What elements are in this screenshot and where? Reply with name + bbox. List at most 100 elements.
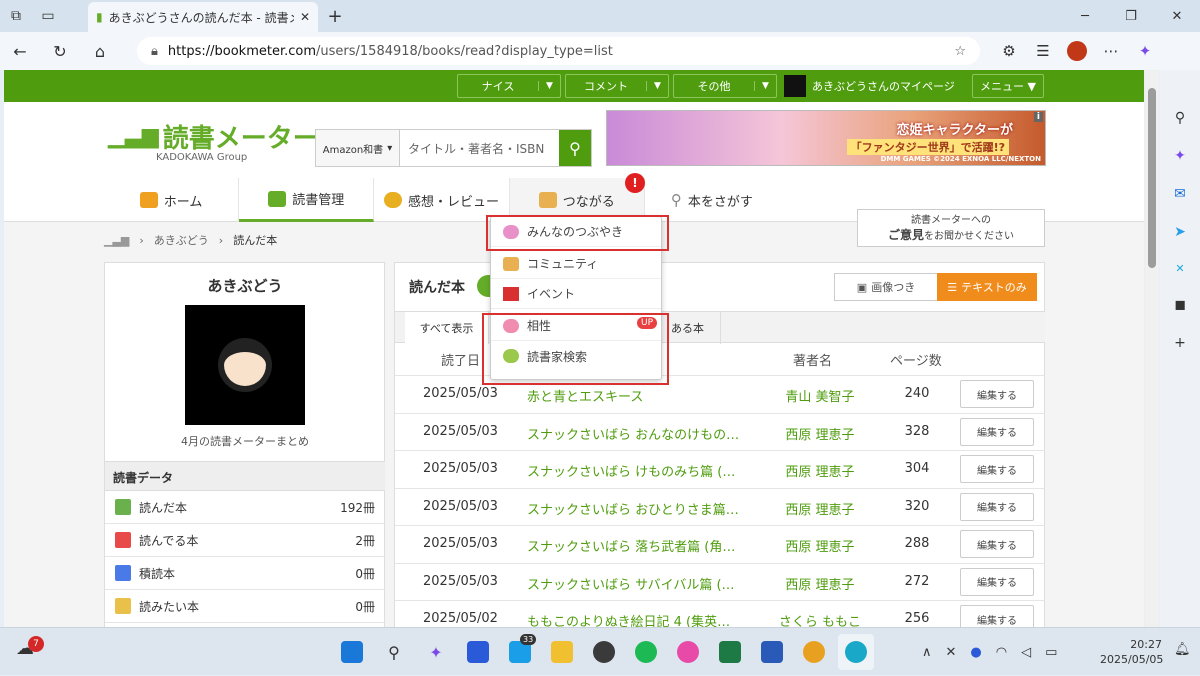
wifi-icon[interactable]: ◠: [996, 645, 1007, 660]
store-icon[interactable]: [460, 634, 496, 670]
home-icon[interactable]: ⌂: [80, 32, 120, 70]
tray-app2-icon[interactable]: ●: [970, 645, 981, 660]
chevron-down-icon[interactable]: ▼: [538, 81, 560, 91]
refresh-icon[interactable]: ↻: [40, 32, 80, 70]
tray-app-icon[interactable]: ✕: [946, 645, 957, 660]
lock-icon[interactable]: 🔒︎: [151, 44, 158, 59]
data-row-want[interactable]: 読みたい本 0冊: [105, 590, 385, 623]
search-category-select[interactable]: Amazon和書 ▾: [316, 130, 400, 166]
book-title-link[interactable]: スナックさいばら サバイバル篇 (…: [527, 574, 757, 593]
more-icon[interactable]: ⋯: [1094, 32, 1128, 70]
dropdown-item-event[interactable]: イベント: [491, 279, 661, 309]
workspaces-icon[interactable]: ⧉: [0, 0, 32, 32]
telegram-icon[interactable]: ➤: [1174, 224, 1186, 240]
url-field[interactable]: 🔒︎ https://bookmeter.com/users/1584918/b…: [137, 37, 980, 65]
nav-home[interactable]: ホーム: [104, 178, 240, 222]
nav-reading-management[interactable]: 読書管理: [239, 178, 375, 222]
breadcrumb-user[interactable]: あきぶどう: [154, 232, 209, 248]
author-link[interactable]: さくら ももこ: [755, 611, 885, 627]
excel-icon[interactable]: [712, 634, 748, 670]
site-logo[interactable]: ▁▃▆ 読書メーター: [108, 118, 319, 155]
view-with-images-button[interactable]: ▣ 画像つき: [834, 273, 938, 301]
copilot-icon[interactable]: ✦: [1174, 148, 1186, 164]
book-title-link[interactable]: スナックさいばら けものみち篇 (…: [527, 461, 757, 480]
edit-button[interactable]: 編集する: [960, 380, 1034, 408]
dropdown-item-community[interactable]: コミュニティ: [491, 249, 661, 279]
battery-icon[interactable]: ▭: [1045, 645, 1057, 660]
scrollbar-thumb[interactable]: [1148, 88, 1156, 268]
author-link[interactable]: 西原 理恵子: [755, 499, 885, 518]
new-tab-button[interactable]: +: [322, 4, 348, 28]
add-icon[interactable]: +: [1174, 335, 1186, 351]
start-icon[interactable]: [334, 634, 370, 670]
close-window-icon[interactable]: ✕: [1154, 0, 1200, 32]
search-input[interactable]: タイトル・著者名・ISBN: [400, 130, 559, 166]
edit-button[interactable]: 編集する: [960, 605, 1034, 627]
avatar[interactable]: [185, 305, 305, 425]
mypage-link[interactable]: あきぶどうさんのマイページ: [784, 74, 966, 98]
feedback-button[interactable]: 読書メーターへの ご意見をお聞かせください: [857, 209, 1045, 247]
data-row-stacked[interactable]: 積読本 0冊: [105, 557, 385, 590]
xm-icon[interactable]: ✕: [1175, 262, 1184, 275]
tab-actions-icon[interactable]: ▭: [32, 0, 64, 32]
book-title-link[interactable]: スナックさいばら おんなのけもの…: [527, 424, 757, 443]
clock[interactable]: 20:27 2025/05/05: [1100, 637, 1163, 667]
edge-icon[interactable]: [838, 634, 874, 670]
restore-icon[interactable]: ❐: [1108, 0, 1154, 32]
edit-button[interactable]: 編集する: [960, 417, 1034, 446]
menu-button[interactable]: メニュー ▼: [972, 74, 1044, 98]
word-icon[interactable]: [754, 634, 790, 670]
col-date[interactable]: 読了日: [441, 350, 480, 369]
volume-icon[interactable]: ◁: [1021, 645, 1031, 660]
profile-avatar-icon[interactable]: [1060, 32, 1094, 70]
monthly-summary-link[interactable]: 4月の読書メーターまとめ: [105, 433, 385, 449]
itunes-icon[interactable]: [670, 634, 706, 670]
active-tab[interactable]: ▮ あきぶどうさんの読んだ本 - 読書メーター ✕: [88, 2, 318, 32]
data-row-reading[interactable]: 読んでる本 2冊: [105, 524, 385, 557]
nice-menu[interactable]: ナイス ▼: [457, 74, 561, 98]
edit-button[interactable]: 編集する: [960, 455, 1034, 483]
copilot-icon[interactable]: ✦: [418, 634, 454, 670]
chevron-down-icon[interactable]: ▼: [646, 81, 668, 91]
minimize-icon[interactable]: ─: [1062, 0, 1108, 32]
outlook-icon[interactable]: ✉: [1174, 186, 1186, 202]
search-icon[interactable]: ⚲: [1175, 110, 1185, 126]
tab-filter[interactable]: ある本: [671, 312, 721, 344]
close-tab-icon[interactable]: ✕: [300, 10, 310, 24]
info-icon[interactable]: i: [1033, 112, 1043, 122]
copilot-icon[interactable]: ✦: [1128, 32, 1162, 70]
file-explorer-icon[interactable]: [544, 634, 580, 670]
favorite-star-icon[interactable]: ☆: [954, 44, 966, 59]
author-link[interactable]: 西原 理恵子: [755, 461, 885, 480]
favorites-icon[interactable]: ☰: [1026, 32, 1060, 70]
chevron-down-icon[interactable]: ▼: [754, 81, 776, 91]
author-link[interactable]: 西原 理恵子: [755, 574, 885, 593]
edit-button[interactable]: 編集する: [960, 567, 1034, 596]
edit-button[interactable]: 編集する: [960, 530, 1034, 558]
edit-button[interactable]: 編集する: [960, 492, 1034, 521]
chrome-icon[interactable]: [796, 634, 832, 670]
book-title-link[interactable]: ももこのよりぬき絵日記 4 (集英…: [527, 611, 757, 627]
book-title-link[interactable]: スナックさいばら 落ち武者篇 (角…: [527, 536, 757, 555]
book-title-link[interactable]: 赤と青とエスキース: [527, 386, 757, 405]
search-button[interactable]: ⚲: [559, 130, 591, 166]
ad-banner[interactable]: 恋姫キャラクターが 「ファンタジー世界」で活躍!? DMM GAMES ©202…: [606, 110, 1046, 166]
back-icon[interactable]: ←: [0, 32, 40, 70]
view-text-only-button[interactable]: ☰ テキストのみ: [937, 273, 1037, 301]
chevron-up-icon[interactable]: ∧: [922, 645, 932, 660]
notification-bell-icon[interactable]: 🔔︎: [1174, 642, 1191, 657]
tab-show-all[interactable]: すべて表示: [405, 312, 489, 344]
amazon-icon[interactable]: ◼: [1174, 297, 1186, 313]
author-link[interactable]: 西原 理恵子: [755, 536, 885, 555]
spotify-icon[interactable]: [628, 634, 664, 670]
data-row-read[interactable]: 読んだ本 192冊: [105, 491, 385, 524]
maps-icon[interactable]: [586, 634, 622, 670]
author-link[interactable]: 青山 美智子: [755, 386, 885, 405]
search-icon[interactable]: ⚲: [376, 634, 412, 670]
author-link[interactable]: 西原 理恵子: [755, 424, 885, 443]
vertical-scrollbar[interactable]: [1145, 70, 1159, 627]
book-title-link[interactable]: スナックさいばら おひとりさま篇…: [527, 499, 757, 518]
comment-menu[interactable]: コメント ▼: [565, 74, 669, 98]
widgets-icon[interactable]: 33: [502, 634, 538, 670]
other-menu[interactable]: その他 ▼: [673, 74, 777, 98]
